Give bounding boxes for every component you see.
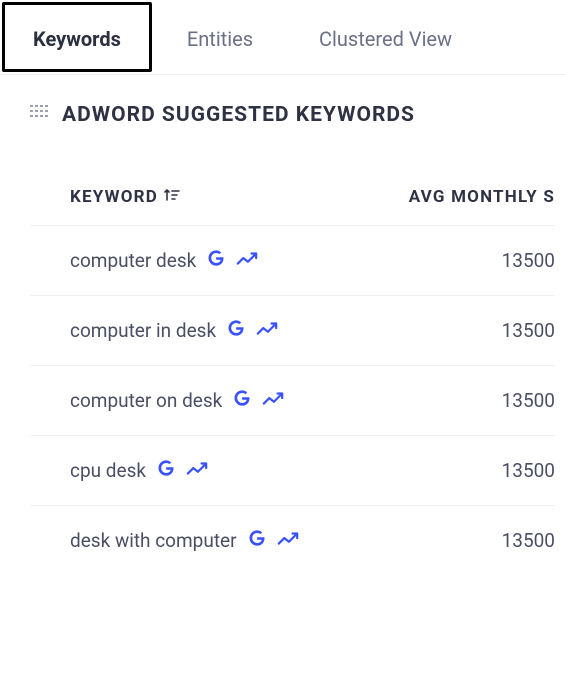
tabs-bar: Keywords Entities Clustered View [0,0,565,75]
column-header-avg[interactable]: AVG MONTHLY S [409,187,555,207]
trend-icon[interactable] [262,389,284,412]
cell-avg: 13500 [475,459,555,482]
table-row: computer in desk 13500 [30,295,555,365]
trend-icon[interactable] [256,319,278,342]
table-row: computer on desk 13500 [30,365,555,435]
cell-avg: 13500 [475,319,555,342]
column-header-keyword-label: KEYWORD [70,187,158,207]
section-header: ADWORD SUGGESTED KEYWORDS [30,103,555,127]
google-icon[interactable] [226,318,246,343]
cell-keyword: computer desk [70,248,475,273]
keywords-table: KEYWORD AVG MONTHLY S computer desk [30,187,555,575]
grid-icon [30,105,50,125]
google-icon[interactable] [232,388,252,413]
tab-entities[interactable]: Entities [156,2,284,72]
google-icon[interactable] [247,528,267,553]
tab-keywords[interactable]: Keywords [2,2,152,72]
cell-keyword: computer in desk [70,318,475,343]
google-icon[interactable] [206,248,226,273]
trend-icon[interactable] [186,459,208,482]
keyword-text: computer on desk [70,389,222,412]
cell-keyword: computer on desk [70,388,475,413]
table-row: computer desk 13500 [30,225,555,295]
keyword-text: cpu desk [70,459,146,482]
section-title: ADWORD SUGGESTED KEYWORDS [62,103,415,127]
cell-avg: 13500 [475,529,555,552]
trend-icon[interactable] [277,529,299,552]
keyword-text: desk with computer [70,529,237,552]
table-row: cpu desk 13500 [30,435,555,505]
cell-keyword: desk with computer [70,528,475,553]
cell-avg: 13500 [475,249,555,272]
table-row: desk with computer 13500 [30,505,555,575]
table-header: KEYWORD AVG MONTHLY S [30,187,555,225]
column-header-keyword[interactable]: KEYWORD [70,187,409,207]
table-body: computer desk 13500 computer in desk [30,225,555,575]
trend-icon[interactable] [236,249,258,272]
cell-keyword: cpu desk [70,458,475,483]
google-icon[interactable] [156,458,176,483]
tab-clustered-view[interactable]: Clustered View [288,2,483,72]
keyword-text: computer desk [70,249,196,272]
keyword-text: computer in desk [70,319,216,342]
sort-icon [164,187,180,207]
section-adword: ADWORD SUGGESTED KEYWORDS KEYWORD AVG MO… [0,75,565,575]
cell-avg: 13500 [475,389,555,412]
